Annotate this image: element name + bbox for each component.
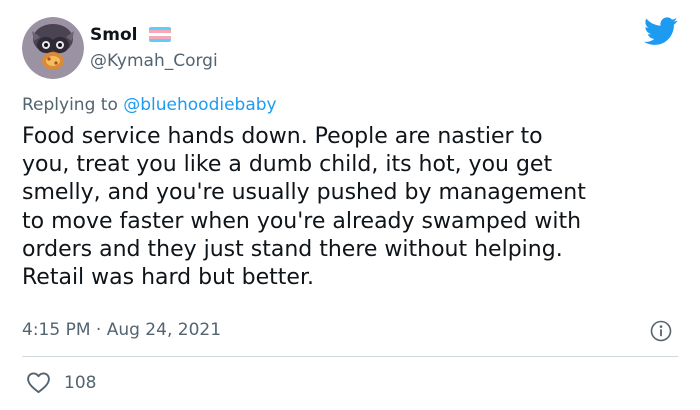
like-count: 108 (64, 373, 97, 393)
tweet-text: Food service hands down. People are nast… (22, 124, 586, 291)
replying-prefix: Replying to (22, 95, 124, 115)
tweet-timestamp[interactable]: 4:15 PM · Aug 24, 2021 (22, 319, 221, 341)
heart-icon[interactable] (26, 371, 51, 394)
reply-mention-link[interactable]: @bluehoodiebaby (123, 95, 276, 115)
tweet-card: Smol @Kymah_Corgi Replying to @bluehoodi… (0, 0, 700, 410)
replying-to: Replying to @bluehoodiebaby (22, 94, 277, 116)
divider (22, 356, 678, 357)
author-display-name[interactable]: Smol (90, 24, 137, 46)
twitter-bird-icon[interactable] (644, 17, 678, 47)
trans-flag-icon (149, 27, 171, 42)
author-handle[interactable]: @Kymah_Corgi (90, 50, 218, 72)
flag-stripe (149, 39, 171, 42)
info-icon[interactable] (650, 320, 672, 342)
avatar[interactable] (22, 17, 84, 79)
